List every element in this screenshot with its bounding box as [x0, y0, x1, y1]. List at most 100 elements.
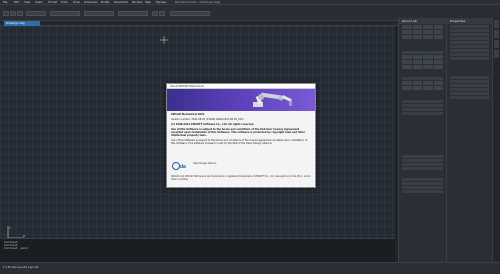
robot-arm-image — [253, 92, 292, 107]
menu-dimension[interactable]: Dimension — [84, 1, 98, 4]
tool-button[interactable] — [433, 35, 443, 39]
color-dropdown[interactable] — [170, 11, 210, 16]
panel-field[interactable] — [402, 190, 443, 193]
panel-field[interactable] — [402, 51, 443, 54]
property-row[interactable] — [450, 53, 489, 56]
side-tab[interactable] — [494, 20, 499, 28]
panel-field[interactable] — [402, 159, 443, 162]
property-row[interactable] — [450, 76, 489, 79]
tool-button[interactable] — [433, 30, 443, 34]
tool-grid — [402, 81, 443, 90]
property-row[interactable] — [450, 49, 489, 52]
menu-format[interactable]: Format — [48, 1, 57, 4]
tool-button[interactable] — [402, 25, 412, 29]
tool-button[interactable] — [433, 86, 443, 90]
property-row[interactable] — [450, 96, 489, 99]
menu-insert[interactable]: Insert — [35, 1, 42, 4]
panel-field[interactable] — [402, 167, 443, 170]
tool-button[interactable] — [433, 25, 443, 29]
menu-tools[interactable]: Tools — [61, 1, 67, 4]
menu-parametric[interactable]: Parametric — [114, 1, 128, 4]
save-icon[interactable] — [17, 11, 23, 16]
tool-button[interactable] — [423, 30, 433, 34]
property-row[interactable] — [450, 80, 489, 83]
version-text: Version number: 2021.08.05 (13949) 64bit… — [171, 118, 244, 121]
panel-field[interactable] — [402, 104, 443, 107]
panel-field[interactable] — [402, 100, 443, 103]
property-row[interactable] — [450, 29, 489, 32]
product-name: ZWCAD Mechanical 2021 — [171, 113, 205, 116]
menu-draw[interactable]: Draw — [73, 1, 80, 4]
property-row[interactable] — [450, 25, 489, 28]
tool-button[interactable] — [412, 86, 422, 90]
style-dropdown[interactable] — [50, 11, 80, 16]
property-row[interactable] — [450, 57, 489, 60]
layer-dropdown[interactable] — [26, 11, 46, 16]
tool-button[interactable] — [433, 65, 443, 69]
tool-button[interactable] — [423, 25, 433, 29]
panel-field[interactable] — [402, 178, 443, 181]
tool-button[interactable] — [402, 65, 412, 69]
property-row[interactable] — [450, 92, 489, 95]
tool-button[interactable] — [412, 25, 422, 29]
tool-button[interactable] — [412, 81, 422, 85]
menu-express[interactable]: Express — [156, 1, 166, 4]
tool-button[interactable] — [423, 60, 433, 64]
property-row[interactable] — [450, 45, 489, 48]
side-tab[interactable] — [494, 50, 499, 58]
tool-button[interactable] — [412, 60, 422, 64]
side-tab[interactable] — [494, 30, 499, 38]
tool-button[interactable] — [423, 65, 433, 69]
menu-modify[interactable]: Modify — [101, 1, 110, 4]
tool-button[interactable] — [402, 86, 412, 90]
oda-logo-icon: da — [172, 162, 186, 170]
redo-icon[interactable] — [159, 11, 165, 16]
panel-field[interactable] — [402, 77, 443, 80]
status-text: 1:1 Model Layout1 Layout2 — [3, 266, 39, 269]
tool-button[interactable] — [402, 55, 412, 59]
tool-button[interactable] — [433, 81, 443, 85]
panel-field[interactable] — [402, 163, 443, 166]
open-icon[interactable] — [10, 11, 16, 16]
menu-file[interactable]: File — [3, 1, 7, 4]
tool-button[interactable] — [412, 30, 422, 34]
tool-button[interactable] — [412, 65, 422, 69]
tool-button[interactable] — [402, 81, 412, 85]
panel-field[interactable] — [402, 182, 443, 185]
copyright-notice: (C) 1998-2021 ZWSOFT Software Co., Ltd. … — [171, 123, 255, 126]
linetype-dropdown[interactable] — [84, 11, 114, 16]
window-title: Mechanical 2021 - [Drawing1.dwg] — [175, 1, 221, 4]
property-row[interactable] — [450, 84, 489, 87]
tool-button[interactable] — [423, 86, 433, 90]
command-line[interactable]: Command: Command: Command: _about — [0, 238, 395, 262]
property-row[interactable] — [450, 37, 489, 40]
tool-button[interactable] — [423, 81, 433, 85]
tool-button[interactable] — [402, 30, 412, 34]
lineweight-dropdown[interactable] — [118, 11, 148, 16]
tool-button[interactable] — [433, 55, 443, 59]
panel-field[interactable] — [402, 155, 443, 158]
menu-window[interactable]: Window — [132, 1, 142, 4]
property-row[interactable] — [450, 88, 489, 91]
tool-button[interactable] — [402, 35, 412, 39]
crosshair-icon — [160, 36, 168, 44]
menu-view[interactable]: View — [24, 1, 30, 4]
oda-logo-text: Open Design Alliance — [193, 162, 217, 165]
property-row[interactable] — [450, 41, 489, 44]
menu-edit[interactable]: Edit — [14, 1, 19, 4]
new-icon[interactable] — [3, 11, 9, 16]
tool-button[interactable] — [412, 55, 422, 59]
side-tab[interactable] — [494, 40, 499, 48]
tool-button[interactable] — [412, 35, 422, 39]
status-bar: 1:1 Model Layout1 Layout2 — [0, 262, 500, 274]
panel-field[interactable] — [402, 112, 443, 115]
panel-field[interactable] — [402, 108, 443, 111]
property-row[interactable] — [450, 33, 489, 36]
tool-button[interactable] — [402, 60, 412, 64]
undo-icon[interactable] — [152, 11, 158, 16]
tool-button[interactable] — [433, 60, 443, 64]
tool-button[interactable] — [423, 55, 433, 59]
tool-button[interactable] — [423, 35, 433, 39]
panel-field[interactable] — [402, 186, 443, 189]
menu-help[interactable]: Help — [145, 1, 151, 4]
